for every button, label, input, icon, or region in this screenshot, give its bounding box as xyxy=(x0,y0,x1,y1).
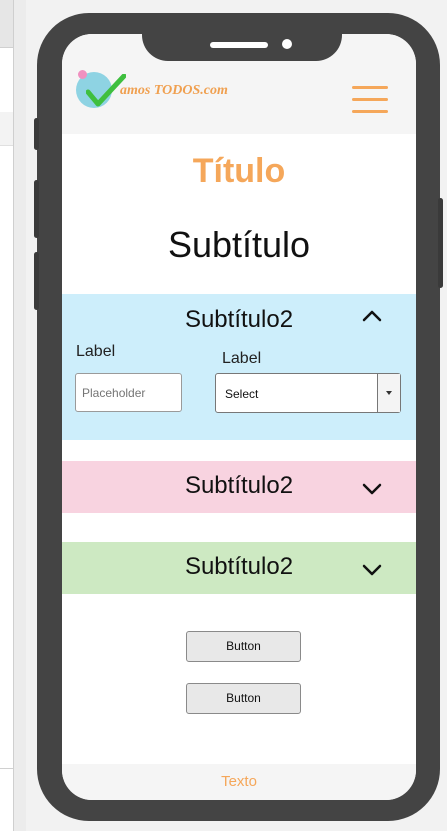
page-title: Título xyxy=(192,152,286,190)
phone-volume-up-button xyxy=(34,180,39,238)
phone-screen: amos TODOS.com Título Subtítulo Subtítul… xyxy=(62,34,416,800)
phone-camera-icon xyxy=(282,39,292,49)
accordion-2[interactable]: Subtítulo2 xyxy=(62,461,416,513)
dropdown-arrow-icon[interactable] xyxy=(377,374,400,412)
phone-notch xyxy=(142,13,342,61)
phone-speaker xyxy=(210,42,268,48)
background-panel-toolbar xyxy=(0,0,13,48)
hamburger-menu-icon[interactable] xyxy=(352,86,388,114)
select-value: Select xyxy=(225,387,259,401)
background-panel xyxy=(0,0,14,831)
pane-divider[interactable] xyxy=(14,0,26,831)
secondary-button[interactable]: Button xyxy=(186,683,301,714)
select-dropdown[interactable]: Select xyxy=(215,373,401,413)
accordion-1: Subtítulo2 Label Label Select xyxy=(62,294,416,440)
select-label: Label xyxy=(222,350,262,367)
accordion-3[interactable]: Subtítulo2 xyxy=(62,542,416,594)
chevron-up-icon[interactable] xyxy=(360,304,384,328)
input-label: Label xyxy=(76,343,116,360)
chevron-down-icon[interactable] xyxy=(360,558,384,582)
background-panel-footer xyxy=(0,768,13,808)
phone-side-button xyxy=(34,118,39,150)
page-subtitle: Subtítulo xyxy=(167,224,311,265)
logo-text: amos TODOS.com xyxy=(120,83,228,98)
background-panel-row xyxy=(0,112,13,146)
logo[interactable]: amos TODOS.com xyxy=(76,68,246,112)
primary-button[interactable]: Button xyxy=(186,631,301,662)
phone-volume-down-button xyxy=(34,252,39,310)
footer-text: Texto xyxy=(62,764,416,800)
phone-power-button xyxy=(438,198,443,288)
chevron-down-icon[interactable] xyxy=(360,477,384,501)
text-input[interactable] xyxy=(75,373,182,412)
